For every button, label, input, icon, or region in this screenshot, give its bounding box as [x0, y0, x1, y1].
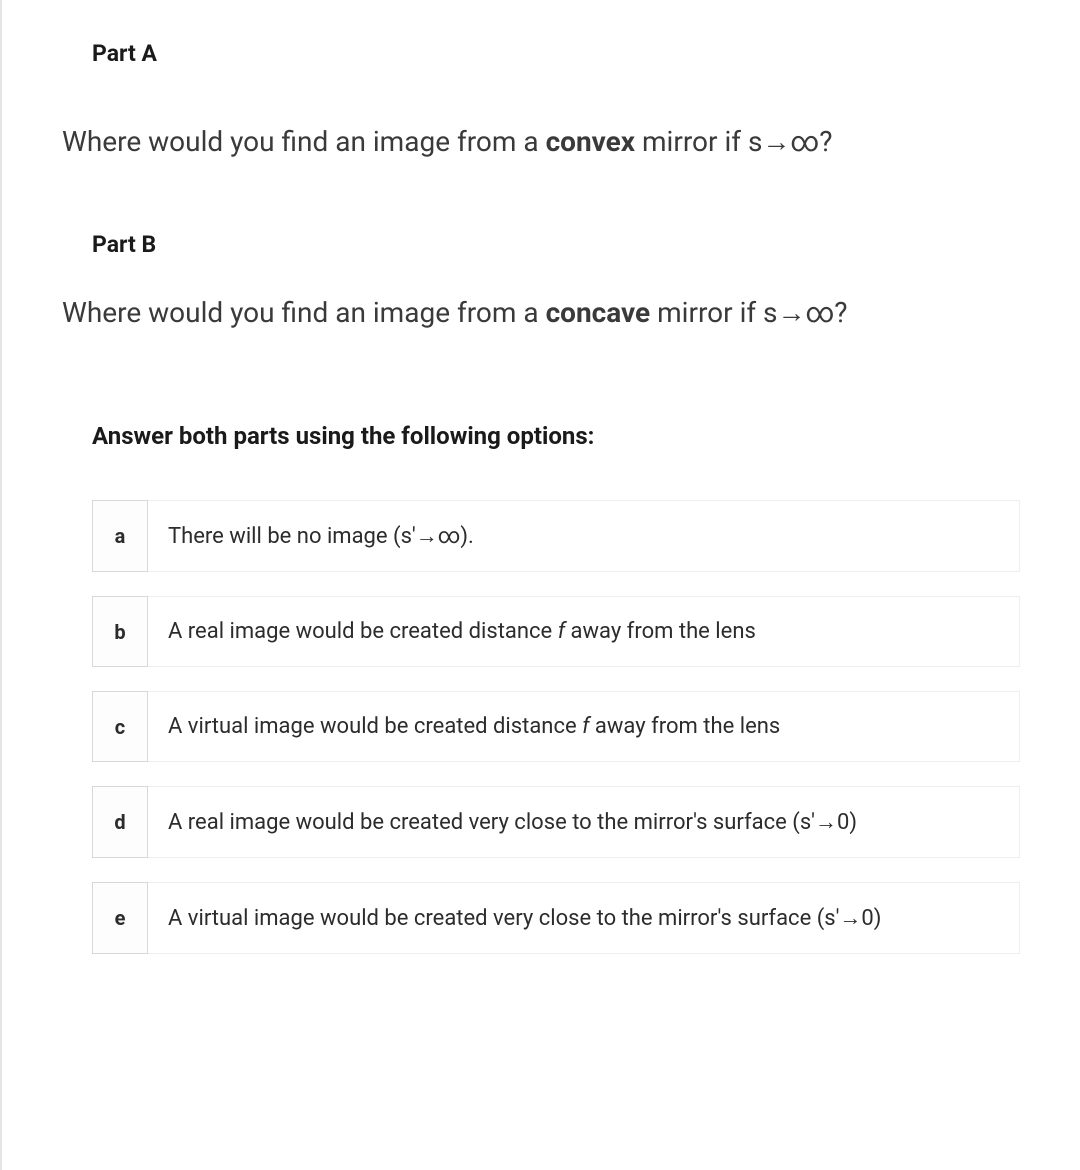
part-b-question: Where would you find an image from a con…	[62, 293, 1020, 332]
option-text: A real image would be created very close…	[148, 786, 1020, 858]
part-a-question: Where would you find an image from a con…	[62, 122, 1020, 161]
option-row[interactable]: c A virtual image would be created dista…	[92, 691, 1020, 762]
option-text-italic: f	[558, 619, 571, 644]
part-a-question-pre: Where would you find an image from a	[62, 125, 546, 158]
option-text: There will be no image (s'→∞).	[148, 500, 1020, 572]
part-a-question-bold: convex	[546, 125, 635, 158]
option-letter: e	[92, 882, 148, 954]
part-a-question-post: mirror if s→∞?	[635, 125, 832, 158]
instruction-text: Answer both parts using the following op…	[92, 422, 1020, 450]
option-text: A real image would be created distance f…	[148, 596, 1020, 667]
option-text-pre: A virtual image would be created very cl…	[168, 906, 881, 931]
part-b-label: Part B	[92, 231, 1020, 258]
option-text-pre: A real image would be created very close…	[168, 810, 857, 835]
option-row[interactable]: e A virtual image would be created very …	[92, 882, 1020, 954]
option-row[interactable]: d A real image would be created very clo…	[92, 786, 1020, 858]
part-b-question-bold: concave	[546, 296, 651, 329]
option-text-post: away from the lens	[595, 714, 780, 739]
options-list: a There will be no image (s'→∞). b A rea…	[92, 500, 1020, 954]
option-text-italic: f	[582, 714, 595, 739]
option-letter: b	[92, 596, 148, 667]
option-letter: d	[92, 786, 148, 858]
option-text-pre: A real image would be created distance	[168, 619, 558, 644]
option-letter: a	[92, 500, 148, 572]
option-letter: c	[92, 691, 148, 762]
part-b-question-pre: Where would you find an image from a	[62, 296, 546, 329]
part-a-label: Part A	[92, 40, 1020, 67]
option-text: A virtual image would be created very cl…	[148, 882, 1020, 954]
option-text-pre: A virtual image would be created distanc…	[168, 714, 582, 739]
option-row[interactable]: b A real image would be created distance…	[92, 596, 1020, 667]
part-b-question-post: mirror if s→∞?	[650, 296, 847, 329]
option-text-pre: There will be no image (s'→∞).	[168, 524, 474, 549]
option-row[interactable]: a There will be no image (s'→∞).	[92, 500, 1020, 572]
option-text-post: away from the lens	[571, 619, 756, 644]
option-text: A virtual image would be created distanc…	[148, 691, 1020, 762]
